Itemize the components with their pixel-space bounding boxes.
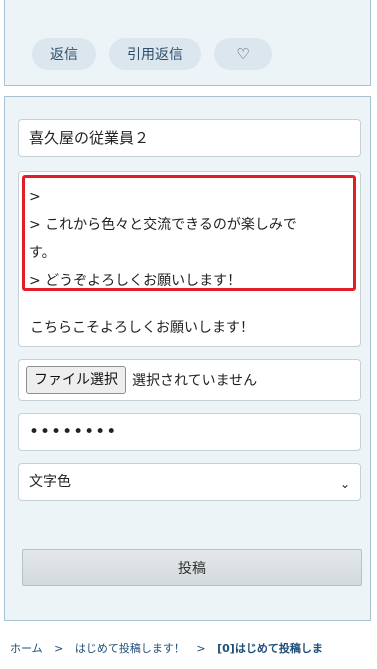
submit-button[interactable]: 投稿 (22, 549, 362, 586)
text-color-select[interactable]: 文字色 ⌄ (18, 463, 361, 501)
breadcrumb-parent-link[interactable]: はじめて投稿します！ (75, 642, 185, 655)
name-input[interactable]: 喜久屋の従業員２ (18, 119, 361, 157)
quoted-line-2: > これから色々と交流できるのが楽しみで (29, 217, 297, 233)
heart-icon: ♡ (236, 44, 250, 63)
quoted-line-1: > (29, 189, 41, 205)
quote-reply-button-label: 引用返信 (127, 47, 183, 63)
reply-button-label: 返信 (50, 47, 78, 63)
reply-button[interactable]: 返信 (32, 38, 96, 70)
file-input[interactable]: ファイル選択 選択されていません (18, 359, 361, 401)
name-input-value: 喜久屋の従業員２ (29, 129, 150, 147)
post-actions-panel: 返信 引用返信 ♡ (4, 0, 371, 86)
quoted-line-4: > どうぞよろしくお願いします！ (29, 273, 242, 289)
password-input[interactable]: •••••••• (18, 413, 361, 451)
breadcrumb-separator-2: > (196, 642, 206, 655)
reply-message-text: こちらこそよろしくお願いします！ (30, 320, 254, 336)
file-status-text: 選択されていません (132, 373, 258, 389)
quoted-line-3: す。 (29, 245, 56, 261)
breadcrumb-current-page: [0]はじめて投稿しま (217, 642, 323, 655)
chevron-down-icon: ⌄ (339, 477, 350, 491)
choose-file-button[interactable]: ファイル選択 (26, 366, 126, 394)
text-color-select-value: 文字色 (29, 474, 71, 490)
message-textarea[interactable]: > > これから色々と交流できるのが楽しみで す。 > どうぞよろしくお願いしま… (18, 171, 361, 347)
password-value: •••••••• (29, 422, 118, 442)
breadcrumb-separator-1: > (54, 642, 64, 655)
quoted-text-highlight: > > これから色々と交流できるのが楽しみで す。 > どうぞよろしくお願いしま… (22, 175, 356, 291)
breadcrumb-home-link[interactable]: ホーム (10, 642, 43, 655)
reply-form: 喜久屋の従業員２ > > これから色々と交流できるのが楽しみで す。 > どうぞ… (4, 96, 371, 621)
quote-reply-button[interactable]: 引用返信 (109, 38, 201, 70)
post-reply-page: 返信 引用返信 ♡ 喜久屋の従業員２ > > これから色々と交流できるのが楽しみ… (0, 0, 377, 669)
like-button[interactable]: ♡ (214, 38, 272, 70)
submit-button-label: 投稿 (178, 560, 206, 577)
breadcrumb: ホーム > はじめて投稿します！ > [0]はじめて投稿しま (10, 640, 372, 658)
post-actions-row: 返信 引用返信 ♡ (32, 38, 272, 70)
